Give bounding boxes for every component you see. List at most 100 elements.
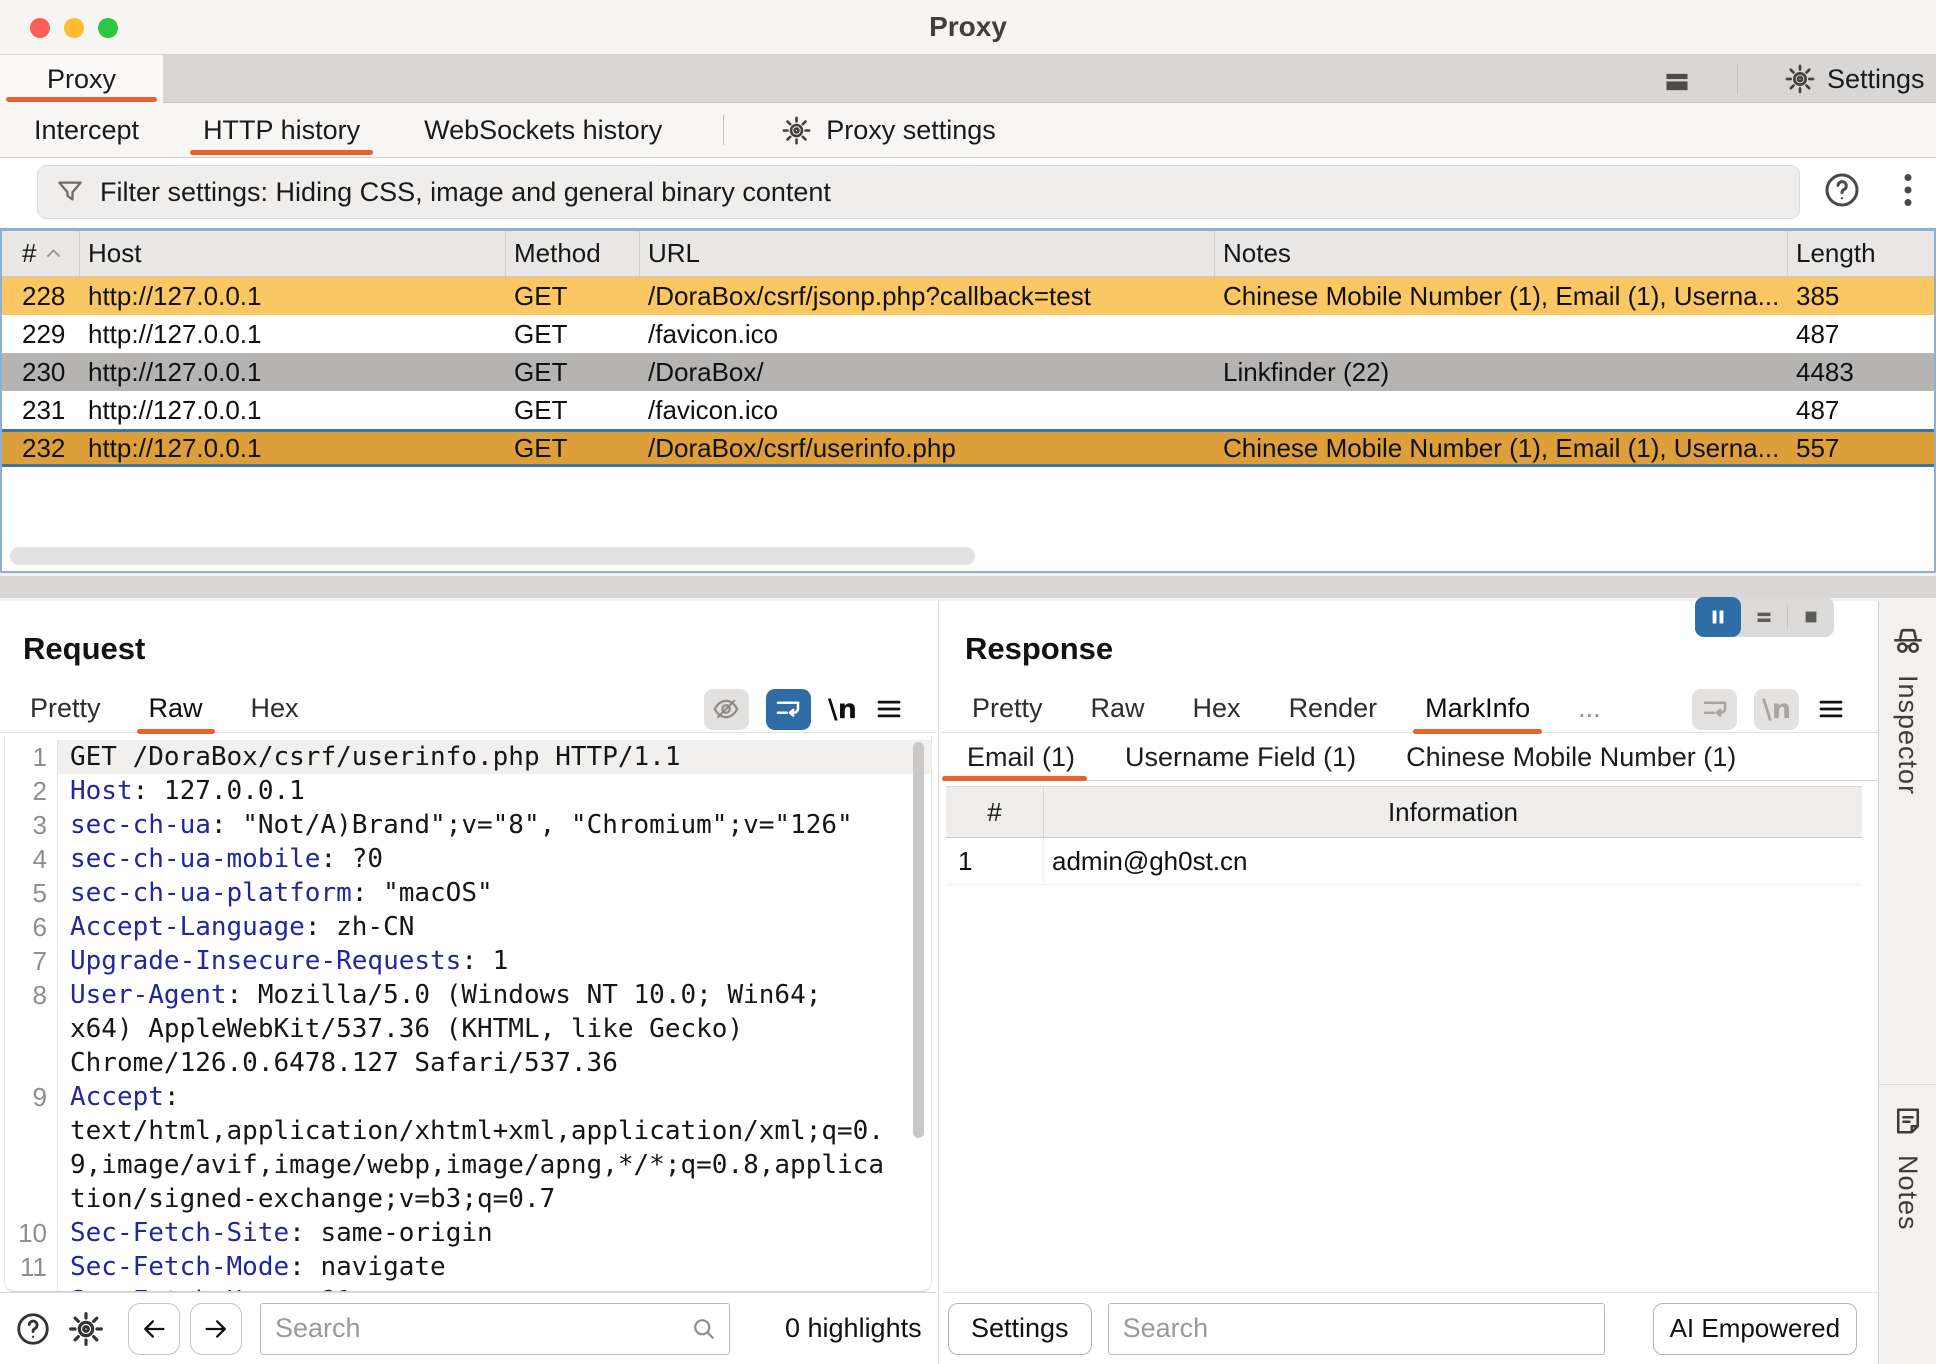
- markinfo-row[interactable]: 1 admin@gh0st.cn: [946, 838, 1862, 885]
- cell-length: 385: [1788, 277, 1934, 315]
- editor-menu-icon[interactable]: [874, 694, 904, 724]
- notes-rail-tab[interactable]: Notes: [1879, 1085, 1936, 1364]
- editor-tab[interactable]: Raw: [1091, 685, 1145, 733]
- history-table-row[interactable]: 231 http://127.0.0.1 GET /favicon.ico 48…: [2, 391, 1934, 429]
- code-body[interactable]: sec-ch-ua: "Not/A)Brand";v="8", "Chromiu…: [58, 808, 931, 842]
- history-table-row[interactable]: 230 http://127.0.0.1 GET /DoraBox/ Linkf…: [2, 353, 1934, 391]
- settings-button[interactable]: Settings: [1783, 55, 1925, 103]
- editor-tab[interactable]: Raw: [149, 685, 203, 733]
- column-header-host[interactable]: Host: [80, 231, 506, 276]
- editor-tab[interactable]: ...: [1578, 685, 1601, 733]
- code-body[interactable]: GET /DoraBox/csrf/userinfo.php HTTP/1.1: [58, 740, 931, 774]
- column-header-length[interactable]: Length: [1788, 231, 1934, 276]
- cell-method: GET: [506, 391, 640, 429]
- subtab-proxy-settings[interactable]: Proxy settings: [780, 114, 996, 147]
- request-editor-lines: 1 GET /DoraBox/csrf/userinfo.php HTTP/1.…: [5, 740, 931, 1292]
- markinfo-tab[interactable]: Username Field (1): [1125, 734, 1368, 781]
- stop-icon: [1798, 604, 1824, 630]
- column-header-notes[interactable]: Notes: [1215, 231, 1788, 276]
- search-previous-button[interactable]: [128, 1303, 180, 1355]
- horizontal-scrollbar-thumb[interactable]: [10, 547, 975, 565]
- horizontal-splitter[interactable]: [0, 573, 1936, 601]
- tab-proxy[interactable]: Proxy: [0, 55, 163, 103]
- proxy-subtab[interactable]: Intercept: [31, 103, 142, 158]
- filter-settings-bar[interactable]: Filter settings: Hiding CSS, image and g…: [37, 165, 1800, 219]
- editor-tab[interactable]: Hex: [1193, 685, 1241, 733]
- vertical-scrollbar-thumb[interactable]: [913, 742, 924, 1138]
- search-next-button[interactable]: [190, 1303, 242, 1355]
- code-body[interactable]: Sec-Fetch-Mode: navigate: [58, 1250, 931, 1284]
- markinfo-tab[interactable]: Chinese Mobile Number (1): [1406, 734, 1748, 781]
- column-header-method[interactable]: Method: [506, 231, 640, 276]
- inspector-rail-tab[interactable]: Inspector: [1879, 605, 1936, 1085]
- column-label: URL: [648, 238, 700, 269]
- search-input[interactable]: [260, 1303, 730, 1355]
- proxy-subtabs: Intercept HTTP history WebSockets histor…: [31, 103, 723, 157]
- tab-label: Pretty: [30, 693, 101, 724]
- line-number: 3: [5, 808, 58, 842]
- markinfo-body: 1 admin@gh0st.cn: [946, 838, 1862, 885]
- column-header-url[interactable]: URL: [640, 231, 1215, 276]
- stop-button[interactable]: [1788, 597, 1834, 637]
- show-newlines-icon[interactable]: \n: [1754, 689, 1799, 730]
- word-wrap-icon[interactable]: [766, 689, 811, 730]
- hide-nonprintable-icon[interactable]: [704, 689, 749, 730]
- code-body[interactable]: sec-ch-ua-platform: "macOS": [58, 876, 931, 910]
- response-search: [1108, 1303, 1605, 1355]
- code-body[interactable]: sec-ch-ua-mobile: ?0: [58, 842, 931, 876]
- proxy-subtab[interactable]: WebSockets history: [421, 103, 665, 158]
- editor-menu-icon[interactable]: [1816, 694, 1846, 724]
- minimize-window-button[interactable]: [64, 18, 84, 38]
- code-body[interactable]: Accept-Language: zh-CN: [58, 910, 931, 944]
- help-icon[interactable]: [14, 1310, 52, 1348]
- line-number: 11: [5, 1250, 58, 1284]
- gear-icon[interactable]: [66, 1309, 106, 1349]
- code-body[interactable]: Upgrade-Insecure-Requests: 1: [58, 944, 931, 978]
- editor-tab[interactable]: MarkInfo: [1425, 685, 1530, 733]
- help-icon[interactable]: [1822, 170, 1862, 210]
- editor-tab[interactable]: Hex: [251, 685, 299, 733]
- line-number: 2: [5, 774, 58, 808]
- code-body[interactable]: Accept: text/html,application/xhtml+xml,…: [58, 1080, 931, 1216]
- code-body[interactable]: User-Agent: Mozilla/5.0 (Windows NT 10.0…: [58, 978, 931, 1080]
- code-line: 11 Sec-Fetch-Mode: navigate: [5, 1250, 931, 1284]
- ai-empowered-button[interactable]: AI Empowered: [1653, 1303, 1858, 1355]
- cell-host: http://127.0.0.1: [80, 315, 506, 353]
- proxy-subtab[interactable]: HTTP history: [200, 103, 363, 158]
- markinfo-settings-button[interactable]: Settings: [948, 1303, 1092, 1355]
- tab-label: Email (1): [967, 742, 1075, 773]
- code-body[interactable]: Host: 127.0.0.1: [58, 774, 931, 808]
- request-panel: Request Pretty Raw Hex \n 1 GET /DoraBo: [0, 601, 936, 1364]
- history-table-row[interactable]: 228 http://127.0.0.1 GET /DoraBox/csrf/j…: [2, 277, 1934, 315]
- kebab-menu-icon[interactable]: [1888, 170, 1928, 210]
- message-editor-area: Request Pretty Raw Hex \n 1 GET /DoraBo: [0, 601, 1936, 1364]
- column-header-number[interactable]: #: [2, 231, 80, 276]
- cell-url: /favicon.ico: [640, 315, 1215, 353]
- pause-button[interactable]: [1695, 597, 1741, 637]
- close-window-button[interactable]: [30, 18, 50, 38]
- window-panel-icon[interactable]: [1663, 68, 1691, 90]
- editor-tab[interactable]: Pretty: [30, 685, 101, 733]
- request-editor[interactable]: 1 GET /DoraBox/csrf/userinfo.php HTTP/1.…: [4, 736, 932, 1292]
- search-input[interactable]: [1108, 1303, 1605, 1355]
- request-toolbar: \n: [704, 685, 904, 733]
- lines-button[interactable]: [1741, 597, 1787, 637]
- zoom-window-button[interactable]: [98, 18, 118, 38]
- markinfo-tab[interactable]: Email (1): [942, 734, 1087, 781]
- tab-label: WebSockets history: [424, 115, 662, 146]
- markinfo-table: # Information 1 admin@gh0st.cn: [946, 786, 1862, 885]
- code-line: 4 sec-ch-ua-mobile: ?0: [5, 842, 931, 876]
- show-newlines-icon[interactable]: \n: [828, 694, 857, 725]
- editor-tab[interactable]: Render: [1289, 685, 1378, 733]
- column-header-information: Information: [1044, 787, 1862, 837]
- code-body[interactable]: Sec-Fetch-User: ?1: [58, 1284, 931, 1292]
- history-table-row[interactable]: 232 http://127.0.0.1 GET /DoraBox/csrf/u…: [2, 429, 1934, 467]
- editor-tab[interactable]: Pretty: [972, 685, 1043, 733]
- panel-divider[interactable]: [938, 601, 939, 1364]
- code-body[interactable]: Sec-Fetch-Site: same-origin: [58, 1216, 931, 1250]
- history-table-row[interactable]: 229 http://127.0.0.1 GET /favicon.ico 48…: [2, 315, 1934, 353]
- tab-label: Chinese Mobile Number (1): [1406, 742, 1736, 773]
- code-line: 1 GET /DoraBox/csrf/userinfo.php HTTP/1.…: [5, 740, 931, 774]
- word-wrap-icon[interactable]: [1692, 689, 1737, 730]
- history-table-header: # Host Method URL Notes Length: [2, 231, 1934, 277]
